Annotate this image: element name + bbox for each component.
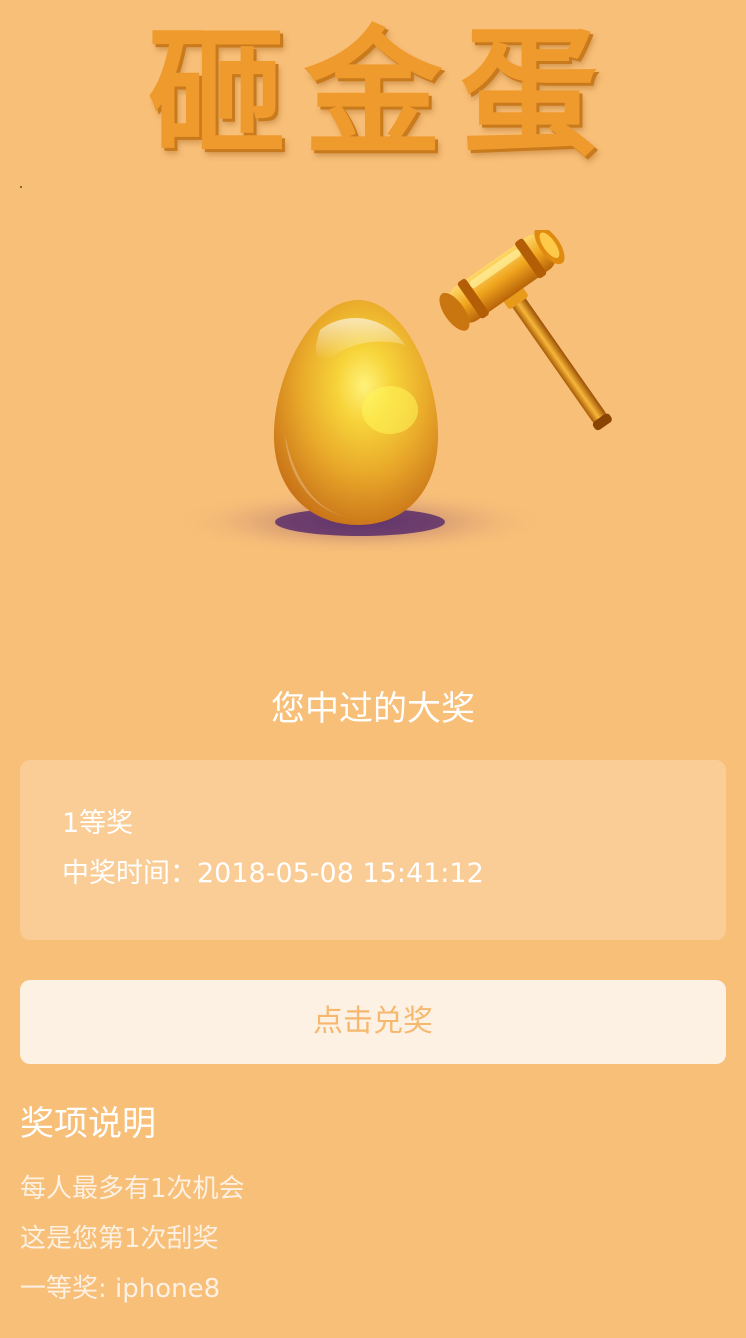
- redeem-button[interactable]: 点击兑奖: [20, 980, 726, 1064]
- won-prizes-heading: 您中过的大奖: [271, 689, 475, 729]
- rule-item: 这是您第1次刮奖: [20, 1224, 219, 1254]
- game-title: 砸金蛋: [147, 13, 616, 174]
- prize-time: 中奖时间：2018-05-08 15:41:12: [62, 858, 484, 889]
- rule-item: 一等奖: iphone8: [20, 1274, 221, 1304]
- rules-title: 奖项说明: [20, 1104, 156, 1144]
- page: 砸金蛋 您中过的大奖 1等奖 中奖时间：2018-05-08 15:41:12 …: [0, 0, 746, 1338]
- gavel-hammer-icon[interactable]: [434, 230, 620, 465]
- golden-egg[interactable]: [273, 300, 439, 525]
- prize-name: 1等奖: [62, 808, 134, 839]
- rules-list: 每人最多有1次机会 这是您第1次刮奖 一等奖: iphone8: [20, 1164, 245, 1314]
- prize-card: 1等奖 中奖时间：2018-05-08 15:41:12: [20, 760, 726, 940]
- egg-scene: [170, 230, 620, 570]
- rule-item: 每人最多有1次机会: [20, 1174, 245, 1204]
- decor-dot: [20, 186, 22, 188]
